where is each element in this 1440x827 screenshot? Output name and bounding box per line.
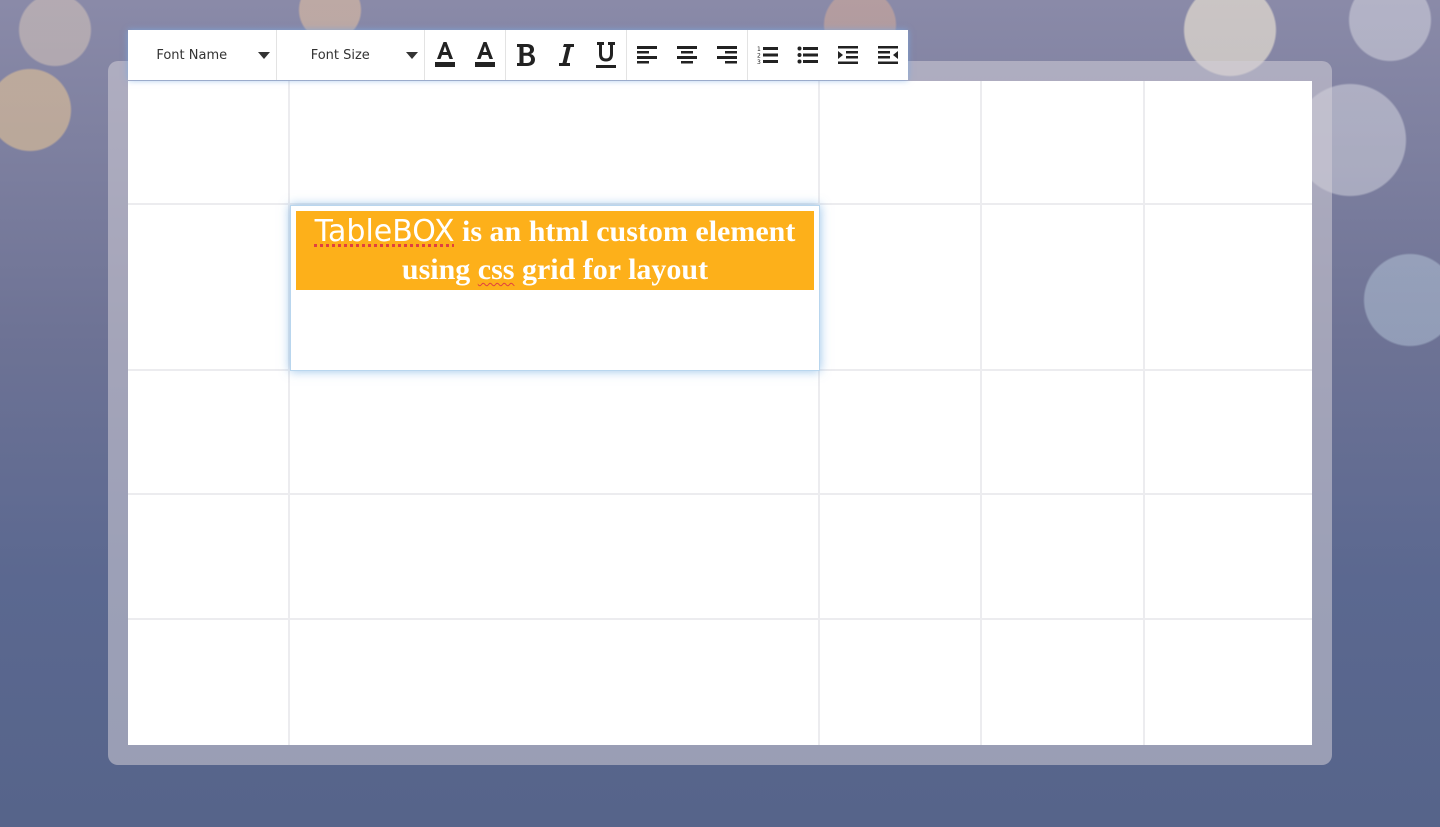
italic-icon	[559, 44, 574, 66]
align-left-button[interactable]	[627, 30, 667, 80]
grid-cell[interactable]	[290, 81, 820, 205]
font-color-button[interactable]	[425, 30, 465, 80]
grid-cell[interactable]	[820, 81, 982, 205]
svg-text:3: 3	[757, 59, 761, 65]
grid-cell[interactable]	[128, 371, 290, 495]
bold-icon	[517, 44, 535, 66]
style-group	[506, 30, 627, 80]
grid-cell[interactable]	[128, 495, 290, 620]
color-group	[425, 30, 506, 80]
grid-cell[interactable]	[982, 495, 1145, 620]
grid-cell[interactable]	[128, 205, 290, 371]
outdent-button[interactable]	[868, 30, 908, 80]
highlighted-text-block[interactable]: TableBOX is an html custom element using…	[296, 211, 814, 290]
grid-cell[interactable]	[1145, 371, 1312, 495]
formatting-toolbar: Font Name Font Size 1 2 3	[128, 30, 908, 80]
grid-cell[interactable]	[290, 495, 820, 620]
content-text-end: grid for layout	[514, 253, 709, 286]
align-center-icon	[677, 46, 697, 64]
grid-cell[interactable]	[820, 495, 982, 620]
tablebox-grid: TableBOX is an html custom element using…	[128, 81, 1312, 745]
grid-cell[interactable]	[1145, 205, 1312, 371]
grid-cell[interactable]	[1145, 620, 1312, 745]
indent-icon	[838, 46, 858, 64]
highlight-color-button[interactable]	[465, 30, 505, 80]
list-indent-group: 1 2 3	[748, 30, 908, 80]
highlight-color-icon	[475, 42, 495, 67]
grid-cell[interactable]	[982, 371, 1145, 495]
align-right-button[interactable]	[707, 30, 747, 80]
bold-button[interactable]	[506, 30, 546, 80]
grid-cell[interactable]	[820, 205, 982, 371]
grid-cell[interactable]	[128, 81, 290, 205]
grid-cell[interactable]	[1145, 81, 1312, 205]
grid-cell[interactable]	[290, 371, 820, 495]
unordered-list-button[interactable]	[788, 30, 828, 80]
grid-cell[interactable]	[982, 81, 1145, 205]
grid-cell[interactable]	[1145, 495, 1312, 620]
ordered-list-button[interactable]: 1 2 3	[748, 30, 788, 80]
css-text: css	[477, 253, 515, 286]
underline-icon	[596, 42, 616, 68]
underline-button[interactable]	[586, 30, 626, 80]
grid-cell[interactable]	[128, 620, 290, 745]
italic-button[interactable]	[546, 30, 586, 80]
alignment-group	[627, 30, 748, 80]
align-right-icon	[717, 46, 737, 64]
font-size-dropdown[interactable]: Font Size	[277, 30, 425, 80]
unordered-list-icon	[797, 46, 818, 64]
align-center-button[interactable]	[667, 30, 707, 80]
grid-cell[interactable]	[982, 620, 1145, 745]
grid-cell[interactable]	[982, 205, 1145, 371]
grid-cell[interactable]	[290, 620, 820, 745]
chevron-down-icon	[257, 52, 270, 59]
indent-button[interactable]	[828, 30, 868, 80]
font-name-dropdown[interactable]: Font Name	[128, 30, 277, 80]
grid-cell[interactable]	[820, 371, 982, 495]
grid-cell[interactable]	[820, 620, 982, 745]
font-color-icon	[435, 42, 455, 67]
ordered-list-icon: 1 2 3	[757, 46, 778, 65]
align-left-icon	[637, 46, 657, 64]
font-name-label: Font Name	[156, 47, 228, 63]
font-size-label: Font Size	[310, 47, 370, 63]
outdent-icon	[878, 46, 898, 64]
chevron-down-icon	[406, 52, 418, 59]
active-grid-cell[interactable]: TableBOX is an html custom element using…	[290, 205, 820, 371]
brand-text: TableBOX	[314, 214, 455, 249]
